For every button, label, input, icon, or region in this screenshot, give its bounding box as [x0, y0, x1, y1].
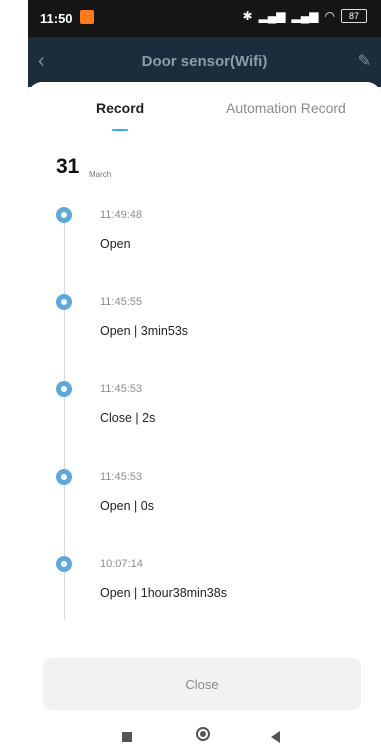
phone-screen: 11:50 ✱ ▂▄▆ ▂▄▆ ◠ 87 ‹ Door sensor(Wifi)…: [28, 0, 381, 751]
battery-icon: 87: [341, 9, 367, 23]
record-entry: 11:45:55 Open | 3min53s: [28, 294, 381, 382]
wifi-icon: ◠: [324, 9, 335, 23]
notification-icon: [80, 10, 94, 24]
timeline-dot: [56, 294, 72, 310]
record-desc: Open | 0s: [100, 499, 154, 513]
signal-icon: ▂▄▆: [258, 9, 286, 23]
record-desc: Open | 1hour38min38s: [100, 586, 227, 600]
tab-automation-record[interactable]: Automation Record: [226, 100, 346, 116]
record-time: 11:49:48: [100, 209, 143, 221]
timeline-dot: [56, 207, 72, 223]
date-month: March: [89, 170, 112, 179]
record-time: 11:45:53: [100, 471, 143, 483]
close-button[interactable]: Close: [43, 658, 361, 710]
record-time: 11:45:55: [100, 296, 143, 308]
status-icons: ✱ ▂▄▆ ▂▄▆ ◠ 87: [243, 9, 367, 23]
page-title: Door sensor(Wifi): [141, 53, 268, 70]
date-day: 31: [56, 155, 80, 178]
home-icon[interactable]: [196, 727, 210, 741]
status-bar: 11:50 ✱ ▂▄▆ ▂▄▆ ◠ 87: [28, 0, 381, 37]
status-time: 11:50: [40, 11, 73, 26]
timeline-dot: [56, 556, 72, 572]
record-entry: 10:07:14 Open | 1hour38min38s: [28, 556, 381, 644]
timeline-dot: [56, 469, 72, 485]
system-nav-bar: [28, 722, 381, 751]
record-entry: 11:49:48 Open: [28, 207, 381, 295]
record-entry: 11:45:53 Open | 0s: [28, 469, 381, 557]
tab-record[interactable]: Record: [96, 100, 144, 116]
record-desc: Open: [100, 237, 131, 251]
record-desc: Open | 3min53s: [100, 324, 189, 338]
bluetooth-icon: ✱: [242, 9, 253, 23]
record-time: 11:45:53: [100, 383, 143, 395]
edit-icon[interactable]: ✎: [358, 51, 371, 71]
record-entry: 11:45:53 Close | 2s: [28, 381, 381, 469]
record-sheet: Record Automation Record 31 March 11:49:…: [28, 82, 381, 722]
record-desc: Close | 2s: [100, 411, 156, 425]
signal-icon: ▂▄▆: [291, 9, 319, 23]
record-time: 10:07:14: [100, 558, 143, 570]
active-tab-indicator: [112, 129, 128, 131]
app-bar: ‹ Door sensor(Wifi) ✎: [28, 37, 381, 87]
timeline-dot: [56, 381, 72, 397]
recent-apps-icon[interactable]: [122, 732, 132, 742]
back-icon[interactable]: [271, 731, 280, 743]
